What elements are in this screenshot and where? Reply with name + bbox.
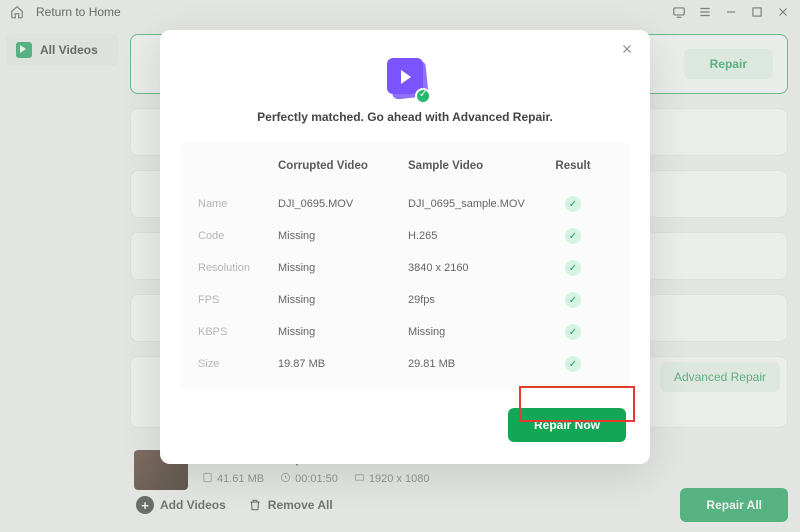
check-icon: ✓ xyxy=(565,356,581,372)
row-label: KBPS xyxy=(198,326,278,338)
matched-video-icon xyxy=(383,56,427,100)
repair-now-button[interactable]: Repair Now xyxy=(508,408,626,442)
row-corrupted: Missing xyxy=(278,262,408,274)
row-sample: DJI_0695_sample.MOV xyxy=(408,198,548,210)
row-label: FPS xyxy=(198,294,278,306)
row-label: Code xyxy=(198,230,278,242)
row-label: Size xyxy=(198,358,278,370)
row-sample: Missing xyxy=(408,326,548,338)
row-sample: H.265 xyxy=(408,230,548,242)
modal-footer: Repair Now xyxy=(160,390,650,442)
row-corrupted: DJI_0695.MOV xyxy=(278,198,408,210)
col-corrupted: Corrupted Video xyxy=(278,160,408,172)
row-sample: 29fps xyxy=(408,294,548,306)
table-row: FPS Missing 29fps ✓ xyxy=(198,284,612,316)
check-icon: ✓ xyxy=(565,260,581,276)
row-corrupted: Missing xyxy=(278,230,408,242)
col-sample: Sample Video xyxy=(408,160,548,172)
table-row: Name DJI_0695.MOV DJI_0695_sample.MOV ✓ xyxy=(198,188,612,220)
table-row: Code Missing H.265 ✓ xyxy=(198,220,612,252)
check-icon: ✓ xyxy=(565,196,581,212)
table-header: Corrupted Video Sample Video Result xyxy=(198,160,612,172)
row-label: Resolution xyxy=(198,262,278,274)
row-label: Name xyxy=(198,198,278,210)
check-icon: ✓ xyxy=(565,292,581,308)
table-row: KBPS Missing Missing ✓ xyxy=(198,316,612,348)
check-icon: ✓ xyxy=(565,324,581,340)
row-sample: 29.81 MB xyxy=(408,358,548,370)
advanced-repair-modal: Perfectly matched. Go ahead with Advance… xyxy=(160,30,650,464)
table-row: Resolution Missing 3840 x 2160 ✓ xyxy=(198,252,612,284)
table-row: Size 19.87 MB 29.81 MB ✓ xyxy=(198,348,612,380)
row-corrupted: Missing xyxy=(278,294,408,306)
close-icon[interactable] xyxy=(620,42,636,58)
row-sample: 3840 x 2160 xyxy=(408,262,548,274)
check-icon: ✓ xyxy=(565,228,581,244)
row-corrupted: Missing xyxy=(278,326,408,338)
col-result: Result xyxy=(548,160,598,172)
modal-message: Perfectly matched. Go ahead with Advance… xyxy=(160,110,650,124)
row-corrupted: 19.87 MB xyxy=(278,358,408,370)
comparison-table: Corrupted Video Sample Video Result Name… xyxy=(180,142,630,390)
